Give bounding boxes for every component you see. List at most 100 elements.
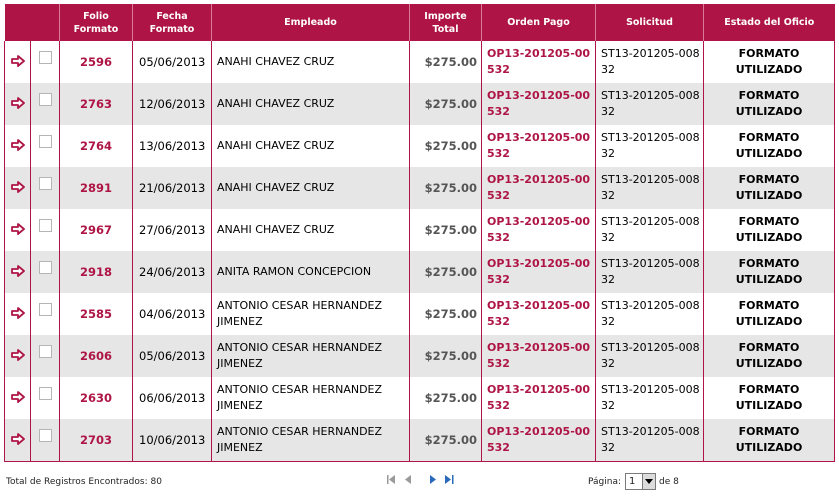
solicitud-cell: ST13-201205-00832 <box>595 209 704 251</box>
folio-link[interactable]: 2585 <box>59 293 133 335</box>
orden-pago-link[interactable]: OP13-201205-00532 <box>481 125 596 167</box>
header-orden[interactable]: Orden Pago <box>481 4 596 41</box>
next-page-icon[interactable] <box>428 474 437 488</box>
empleado-cell: ANITA RAMON CONCEPCION <box>211 251 410 293</box>
empleado-cell: ANTONIO CESAR HERNANDEZ JIMENEZ <box>211 377 410 419</box>
folio-link[interactable]: 2596 <box>59 41 133 83</box>
row-checkbox[interactable] <box>38 93 52 106</box>
solicitud-cell: ST13-201205-00832 <box>595 167 704 209</box>
empleado-cell: ANAHI CHAVEZ CRUZ <box>211 167 410 209</box>
header-importe[interactable]: Importe Total <box>409 4 482 41</box>
page-label: Página: <box>588 477 622 487</box>
header-empleado[interactable]: Empleado <box>211 4 410 41</box>
arrow-right-icon[interactable] <box>4 377 31 419</box>
header-fecha[interactable]: Fecha Formato <box>132 4 212 41</box>
prev-page-icon[interactable] <box>404 474 413 488</box>
orden-pago-link[interactable]: OP13-201205-00532 <box>481 293 596 335</box>
arrow-right-icon[interactable] <box>4 209 31 251</box>
estado-cell: FORMATO UTILIZADO <box>703 419 835 462</box>
importe-cell: $275.00 <box>409 209 482 251</box>
row-checkbox-cell <box>30 251 60 293</box>
header-select <box>30 4 60 41</box>
arrow-right-icon[interactable] <box>4 83 31 125</box>
row-checkbox[interactable] <box>38 387 52 400</box>
estado-cell: FORMATO UTILIZADO <box>703 377 835 419</box>
row-checkbox-cell <box>30 41 60 83</box>
estado-cell: FORMATO UTILIZADO <box>703 335 835 377</box>
table-row[interactable]: 2967 27/06/2013 ANAHI CHAVEZ CRUZ $275.00 OP… <box>4 209 835 251</box>
folio-link[interactable]: 2606 <box>59 335 133 377</box>
table-row[interactable]: 2703 10/06/2013 ANTONIO CESAR HERNANDEZ JI… <box>4 419 835 462</box>
table-row[interactable]: 2918 24/06/2013 ANITA RAMON CONCEPCION $275… <box>4 251 835 293</box>
importe-cell: $275.00 <box>409 83 482 125</box>
folio-link[interactable]: 2891 <box>59 167 133 209</box>
folio-link[interactable]: 2967 <box>59 209 133 251</box>
header-solicitud[interactable]: Solicitud <box>595 4 704 41</box>
page-select[interactable]: 1 <box>625 473 656 490</box>
row-checkbox[interactable] <box>38 345 52 358</box>
fecha-cell: 24/06/2013 <box>132 251 212 293</box>
fecha-cell: 05/06/2013 <box>132 335 212 377</box>
table-row[interactable]: 2606 05/06/2013 ANTONIO CESAR HERNANDEZ JI… <box>4 335 835 377</box>
orden-pago-link[interactable]: OP13-201205-00532 <box>481 335 596 377</box>
results-table: Folio Formato Fecha Formato Empleado Imp… <box>4 4 835 462</box>
chevron-down-icon[interactable] <box>642 474 655 489</box>
orden-pago-link[interactable]: OP13-201205-00532 <box>481 209 596 251</box>
estado-cell: FORMATO UTILIZADO <box>703 251 835 293</box>
table-row[interactable]: 2630 06/06/2013 ANTONIO CESAR HERNANDEZ JI… <box>4 377 835 419</box>
fecha-cell: 21/06/2013 <box>132 167 212 209</box>
fecha-cell: 27/06/2013 <box>132 209 212 251</box>
row-checkbox[interactable] <box>38 177 52 190</box>
solicitud-cell: ST13-201205-00832 <box>595 419 704 462</box>
folio-link[interactable]: 2918 <box>59 251 133 293</box>
arrow-right-icon[interactable] <box>4 419 31 462</box>
importe-cell: $275.00 <box>409 335 482 377</box>
orden-pago-link[interactable]: OP13-201205-00532 <box>481 419 596 462</box>
row-checkbox[interactable] <box>38 303 52 316</box>
table-row[interactable]: 2891 21/06/2013 ANAHI CHAVEZ CRUZ $275.00 OP… <box>4 167 835 209</box>
row-checkbox[interactable] <box>38 219 52 232</box>
orden-pago-link[interactable]: OP13-201205-00532 <box>481 377 596 419</box>
arrow-right-icon[interactable] <box>4 335 31 377</box>
arrow-right-icon[interactable] <box>4 251 31 293</box>
row-checkbox[interactable] <box>38 135 52 148</box>
first-page-icon[interactable] <box>386 474 397 488</box>
solicitud-cell: ST13-201205-00832 <box>595 125 704 167</box>
row-checkbox-cell <box>30 209 60 251</box>
table-row[interactable]: 2764 13/06/2013 ANAHI CHAVEZ CRUZ $275.00 OP… <box>4 125 835 167</box>
importe-cell: $275.00 <box>409 419 482 462</box>
table-row[interactable]: 2763 12/06/2013 ANAHI CHAVEZ CRUZ $275.00 OP… <box>4 83 835 125</box>
header-estado[interactable]: Estado del Oficio <box>703 4 835 41</box>
empleado-cell: ANAHI CHAVEZ CRUZ <box>211 125 410 167</box>
table-row[interactable]: 2585 04/06/2013 ANTONIO CESAR HERNANDEZ JI… <box>4 293 835 335</box>
importe-cell: $275.00 <box>409 377 482 419</box>
solicitud-cell: ST13-201205-00832 <box>595 335 704 377</box>
row-checkbox[interactable] <box>38 429 52 442</box>
orden-pago-link[interactable]: OP13-201205-00532 <box>481 83 596 125</box>
folio-link[interactable]: 2763 <box>59 83 133 125</box>
row-checkbox[interactable] <box>38 261 52 274</box>
empleado-cell: ANAHI CHAVEZ CRUZ <box>211 209 410 251</box>
fecha-cell: 05/06/2013 <box>132 41 212 83</box>
row-checkbox[interactable] <box>38 51 52 64</box>
page-of-label: de 8 <box>659 477 679 487</box>
fecha-cell: 12/06/2013 <box>132 83 212 125</box>
orden-pago-link[interactable]: OP13-201205-00532 <box>481 167 596 209</box>
orden-pago-link[interactable]: OP13-201205-00532 <box>481 41 596 83</box>
folio-link[interactable]: 2764 <box>59 125 133 167</box>
folio-link[interactable]: 2703 <box>59 419 133 462</box>
arrow-right-icon[interactable] <box>4 125 31 167</box>
solicitud-cell: ST13-201205-00832 <box>595 83 704 125</box>
orden-pago-link[interactable]: OP13-201205-00532 <box>481 251 596 293</box>
estado-cell: FORMATO UTILIZADO <box>703 125 835 167</box>
row-checkbox-cell <box>30 377 60 419</box>
fecha-cell: 06/06/2013 <box>132 377 212 419</box>
folio-link[interactable]: 2630 <box>59 377 133 419</box>
last-page-icon[interactable] <box>444 474 455 488</box>
importe-cell: $275.00 <box>409 125 482 167</box>
arrow-right-icon[interactable] <box>4 41 31 83</box>
arrow-right-icon[interactable] <box>4 293 31 335</box>
table-row[interactable]: 2596 05/06/2013 ANAHI CHAVEZ CRUZ $275.00 OP… <box>4 41 835 83</box>
arrow-right-icon[interactable] <box>4 167 31 209</box>
header-folio[interactable]: Folio Formato <box>59 4 133 41</box>
